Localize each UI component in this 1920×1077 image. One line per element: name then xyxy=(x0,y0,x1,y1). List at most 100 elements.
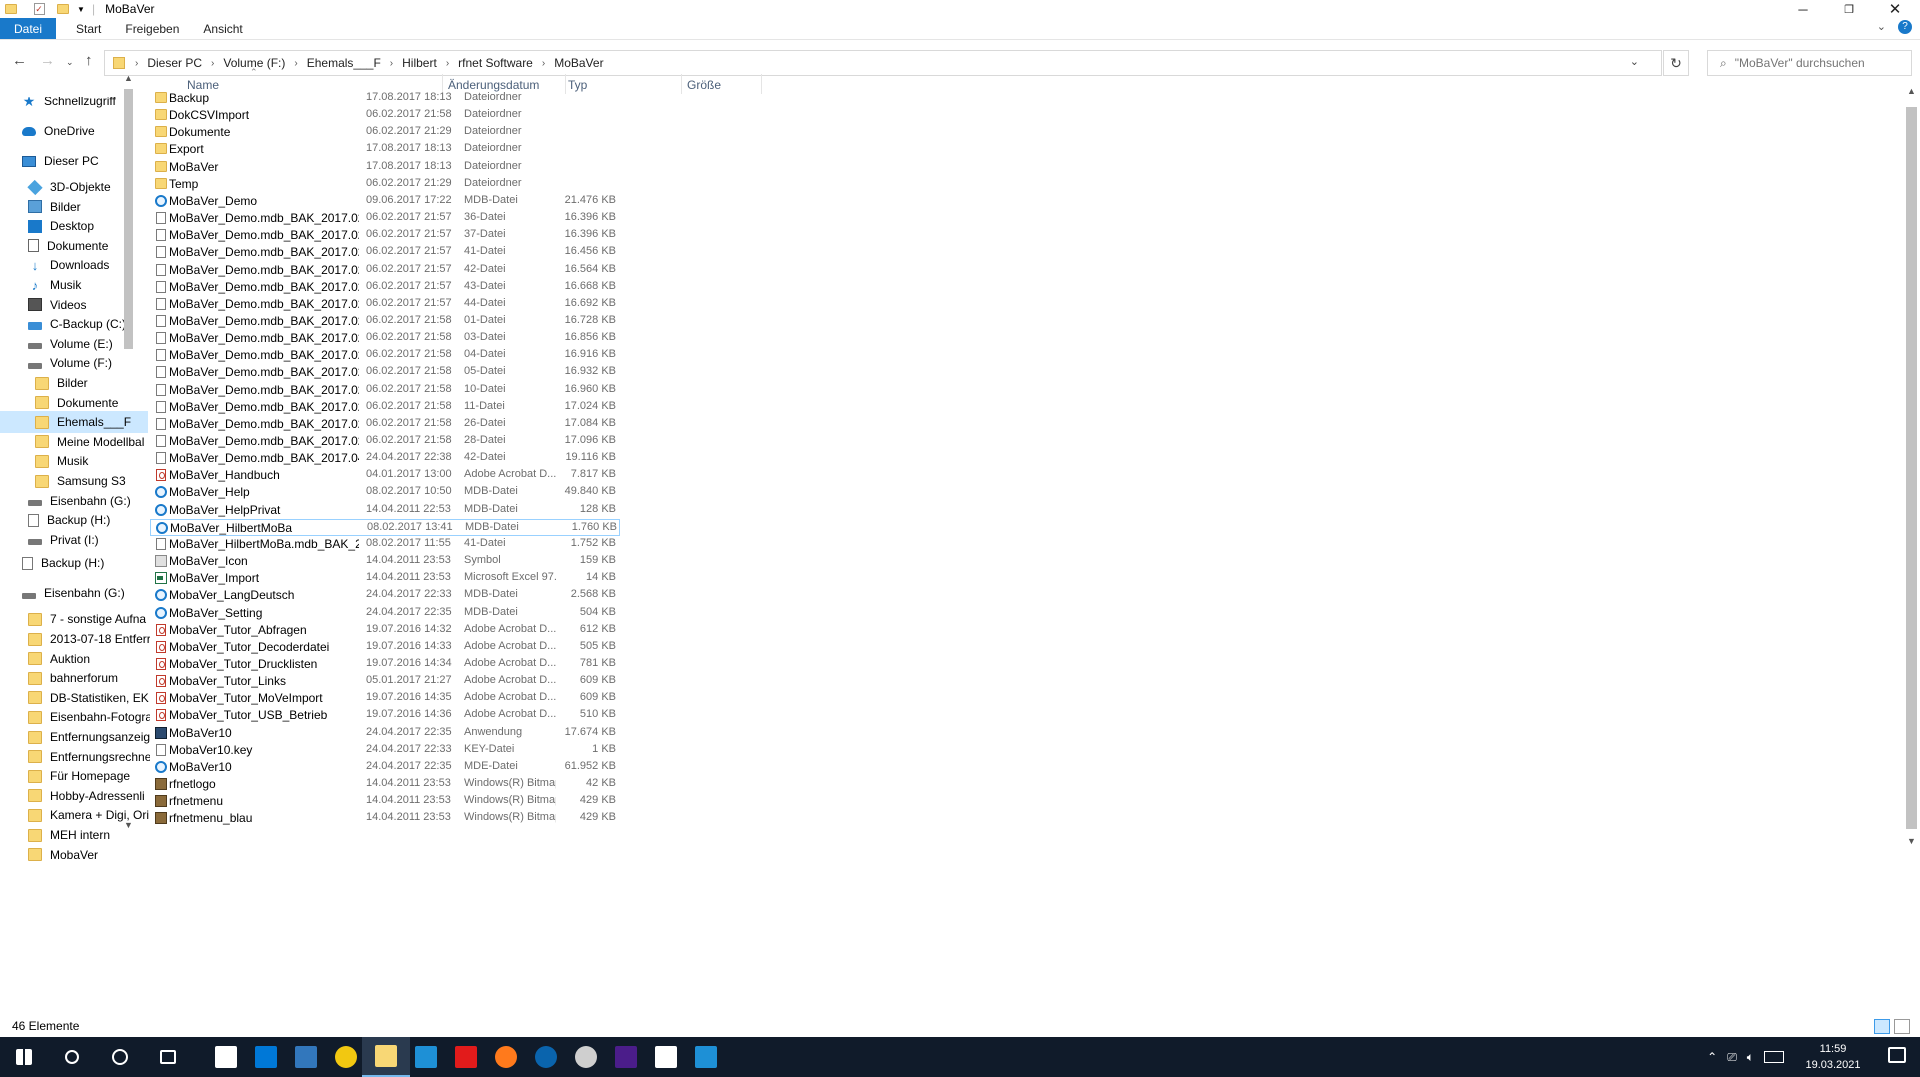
nav-item-mobaver[interactable]: MobaVer xyxy=(0,844,148,866)
file-row[interactable]: MobaVer_Tutor_USB_Betrieb 19.07.2016 14:3… xyxy=(150,707,620,724)
file-row[interactable]: MobaVer_Tutor_MoVeImport 19.07.2016 14:35… xyxy=(150,690,620,707)
task-view-button[interactable] xyxy=(144,1037,192,1077)
sort-indicator-icon: ⌃ xyxy=(250,67,258,77)
maximize-button[interactable]: ❐ xyxy=(1826,0,1872,18)
chevron-right-icon[interactable]: › xyxy=(390,58,393,69)
file-row[interactable]: MoBaVer_Demo.mdb_BAK_2017.02.06_21... 06.… xyxy=(150,296,620,313)
file-list-scrollbar-thumb[interactable] xyxy=(1906,107,1917,829)
search-box[interactable]: ⌕ xyxy=(1707,50,1912,76)
file-row[interactable]: MoBaVer10 24.04.2017 22:35 MDE-Datei 61.952… xyxy=(150,759,620,776)
scroll-up-icon[interactable]: ▲ xyxy=(1907,86,1916,96)
tab-datei[interactable]: Datei xyxy=(0,18,57,39)
file-row[interactable]: MoBaVer_HilbertMoBa 08.02.2017 13:41 MDB-D… xyxy=(150,518,620,536)
chevron-right-icon[interactable]: › xyxy=(542,58,545,69)
minimize-button[interactable]: ─ xyxy=(1780,0,1826,18)
network-icon[interactable]: ⎚ xyxy=(1727,1050,1737,1065)
file-row[interactable]: MoBaVer_Handbuch 04.01.2017 13:00 Adobe Ac… xyxy=(150,467,620,484)
app-window[interactable] xyxy=(682,1037,730,1077)
breadcrumb-item[interactable]: Ehemals___F xyxy=(307,56,381,70)
file-row[interactable]: Dokumente 06.02.2017 21:29 Dateiordner xyxy=(150,124,620,141)
file-row[interactable]: Export 17.08.2017 18:13 Dateiordner xyxy=(150,141,620,158)
file-row[interactable]: MobaVer_Tutor_Drucklisten 19.07.2016 14:3… xyxy=(150,656,620,673)
chevron-right-icon[interactable]: › xyxy=(294,58,297,69)
file-row[interactable]: MoBaVer_Demo.mdb_BAK_2017.02.06_21... 06.… xyxy=(150,416,620,433)
file-row[interactable]: rfnetmenu_blau 14.04.2011 23:53 Windows(R)… xyxy=(150,810,620,827)
search-button[interactable] xyxy=(48,1037,96,1077)
file-row[interactable]: MoBaVer 17.08.2017 18:13 Dateiordner xyxy=(150,159,620,176)
file-row[interactable]: rfnetlogo 14.04.2011 23:53 Windows(R) Bitm… xyxy=(150,776,620,793)
file-row[interactable]: MoBaVer_Help 08.02.2017 10:50 MDB-Datei 49.… xyxy=(150,484,620,501)
file-row[interactable]: MoBaVer_HilbertMoBa.mdb_BAK_2017.0... 08.… xyxy=(150,536,620,553)
file-row[interactable]: MoBaVer10 24.04.2017 22:35 Anwendung 17.674… xyxy=(150,725,620,742)
file-row[interactable]: Temp 06.02.2017 21:29 Dateiordner xyxy=(150,176,620,193)
file-row[interactable]: MoBaVer_Demo.mdb_BAK_2017.04.24_22... 24.… xyxy=(150,450,620,467)
chevron-right-icon[interactable]: › xyxy=(211,58,214,69)
tiles-view-icon[interactable] xyxy=(1894,1019,1910,1034)
quick-access-dropdown-icon[interactable]: ▼ xyxy=(74,2,88,16)
help-icon[interactable]: ? xyxy=(1898,20,1912,34)
chevron-up-icon[interactable]: ⌃ xyxy=(1707,1050,1717,1064)
recent-locations-icon[interactable]: ⌄ xyxy=(66,57,74,68)
tab-freigeben[interactable]: Freigeben xyxy=(113,18,191,39)
file-row[interactable]: MoBaVer_Icon 14.04.2011 23:53 Symbol 159 KB xyxy=(150,553,620,570)
notification-icon[interactable] xyxy=(1888,1047,1906,1063)
file-size: 2.568 KB xyxy=(570,588,616,601)
file-row[interactable]: MobaVer_Tutor_Abfragen 19.07.2016 14:32 Ad… xyxy=(150,622,620,639)
breadcrumb-item[interactable]: Hilbert xyxy=(402,56,437,70)
file-row[interactable]: MobaVer10.key 24.04.2017 22:33 KEY-Datei 1 … xyxy=(150,742,620,759)
up-arrow-icon[interactable]: ↑ xyxy=(85,52,93,69)
column-size[interactable]: Größe xyxy=(687,78,721,92)
file-row[interactable]: MoBaVer_Setting 24.04.2017 22:35 MDB-Datei… xyxy=(150,605,620,622)
scroll-down-icon[interactable]: ▼ xyxy=(124,820,133,830)
volume-icon[interactable]: 🔈︎ xyxy=(1747,1050,1754,1065)
file-row[interactable]: MobaVer_LangDeutsch 24.04.2017 22:33 MDB-D… xyxy=(150,587,620,604)
scroll-up-icon[interactable]: ▲ xyxy=(124,73,133,83)
breadcrumb-item[interactable]: rfnet Software xyxy=(458,56,533,70)
file-row[interactable]: MoBaVer_Demo.mdb_BAK_2017.02.06_21... 06.… xyxy=(150,330,620,347)
cortana-button[interactable] xyxy=(96,1037,144,1077)
file-row[interactable]: MoBaVer_Demo.mdb_BAK_2017.02.06_21... 06.… xyxy=(150,279,620,296)
file-row[interactable]: MoBaVer_Demo.mdb_BAK_2017.02.06_21... 06.… xyxy=(150,227,620,244)
file-row[interactable]: MoBaVer_Demo.mdb_BAK_2017.02.06_21... 06.… xyxy=(150,313,620,330)
tab-ansicht[interactable]: Ansicht xyxy=(191,18,254,39)
refresh-button[interactable]: ↻ xyxy=(1663,50,1689,76)
file-type: Adobe Acrobat D... xyxy=(464,468,556,481)
file-row[interactable]: DokCSVImport 06.02.2017 21:58 Dateiordner xyxy=(150,107,620,124)
file-row[interactable]: MoBaVer_Demo.mdb_BAK_2017.02.06_21... 06.… xyxy=(150,399,620,416)
file-row[interactable]: MoBaVer_Demo.mdb_BAK_2017.02.06_21... 06.… xyxy=(150,382,620,399)
file-row[interactable]: MoBaVer_Import 14.04.2011 23:53 Microsoft … xyxy=(150,570,620,587)
breadcrumb-item[interactable]: Dieser PC xyxy=(147,56,202,70)
address-dropdown-icon[interactable]: ⌄ xyxy=(1630,55,1639,68)
file-row[interactable]: MoBaVer_HelpPrivat 14.04.2011 22:53 MDB-Da… xyxy=(150,502,620,519)
clock[interactable]: 11:59 19.03.2021 xyxy=(1798,1041,1868,1073)
file-row[interactable]: MobaVer_Tutor_Decoderdatei 19.07.2016 14:… xyxy=(150,639,620,656)
file-row[interactable]: rfnetmenu 14.04.2011 23:53 Windows(R) Bitm… xyxy=(150,793,620,810)
file-row[interactable]: MoBaVer_Demo.mdb_BAK_2017.02.06_21... 06.… xyxy=(150,347,620,364)
file-row[interactable]: MoBaVer_Demo.mdb_BAK_2017.02.06_21... 06.… xyxy=(150,210,620,227)
tab-start[interactable]: Start xyxy=(64,18,113,39)
scroll-down-icon[interactable]: ▼ xyxy=(1907,836,1916,846)
back-arrow-icon[interactable]: ← xyxy=(12,52,27,69)
file-row[interactable]: MoBaVer_Demo.mdb_BAK_2017.02.06_21... 06.… xyxy=(150,244,620,261)
keyboard-icon[interactable] xyxy=(1764,1051,1784,1063)
nav-item-label: Desktop xyxy=(50,219,95,234)
properties-icon[interactable]: ✓ xyxy=(32,2,46,16)
file-row[interactable]: MoBaVer_Demo.mdb_BAK_2017.02.06_21... 06.… xyxy=(150,433,620,450)
file-row[interactable]: MoBaVer_Demo 09.06.2017 17:22 MDB-Datei 21.… xyxy=(150,193,620,210)
close-button[interactable]: ✕ xyxy=(1872,0,1918,18)
file-row[interactable]: MobaVer_Tutor_Links 05.01.2017 21:27 Adobe… xyxy=(150,673,620,690)
file-row[interactable]: Backup 17.08.2017 18:13 Dateiordner xyxy=(150,90,620,107)
search-input[interactable] xyxy=(1734,56,1905,70)
chevron-right-icon[interactable]: › xyxy=(446,58,449,69)
file-row[interactable]: MoBaVer_Demo.mdb_BAK_2017.02.06_21... 06.… xyxy=(150,262,620,279)
file-row[interactable]: MoBaVer_Demo.mdb_BAK_2017.02.06_21... 06.… xyxy=(150,364,620,381)
expand-ribbon-icon[interactable]: ⌄ xyxy=(1877,20,1886,34)
chevron-right-icon[interactable]: › xyxy=(135,58,138,69)
new-folder-icon[interactable] xyxy=(56,2,70,16)
details-view-icon[interactable] xyxy=(1874,1019,1890,1034)
breadcrumb-item[interactable]: MoBaVer xyxy=(554,56,603,70)
start-button[interactable] xyxy=(0,1037,48,1077)
forward-arrow-icon[interactable]: → xyxy=(40,52,55,69)
navigation-scrollbar-thumb[interactable] xyxy=(124,89,133,349)
file-date: 19.07.2016 14:36 xyxy=(366,708,452,721)
